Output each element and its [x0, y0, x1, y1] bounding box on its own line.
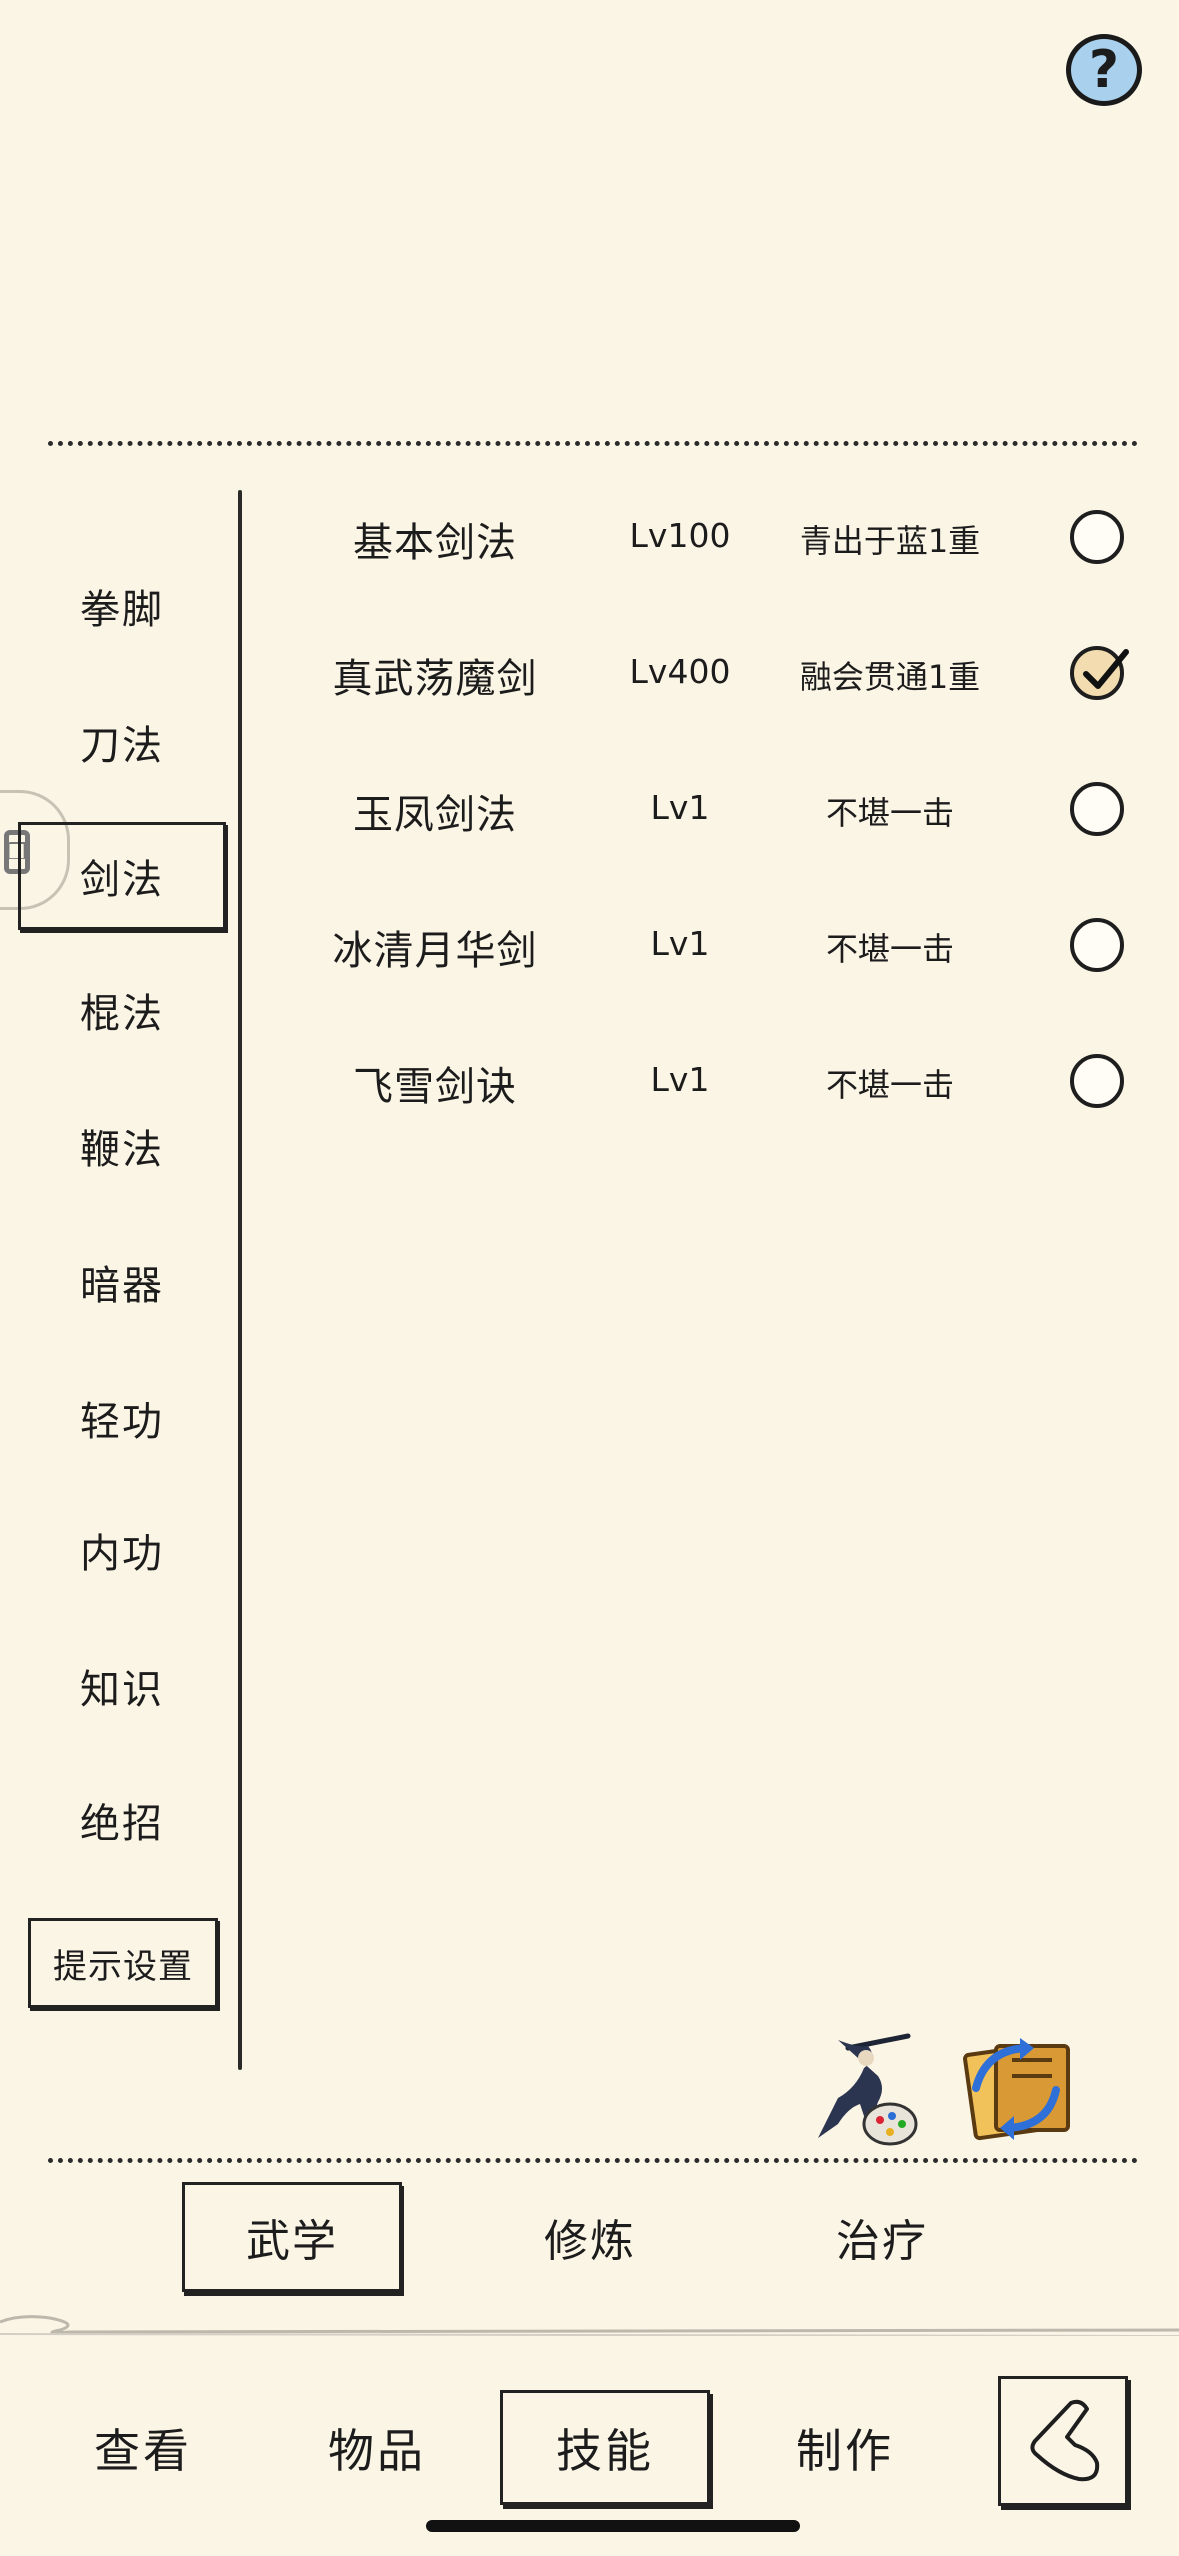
sidebar-item-label: 绝招 [80, 1801, 164, 1847]
hint-settings-label: 提示设置 [53, 1946, 193, 1987]
skill-level: Lv400 [629, 652, 731, 691]
book-swap-icon[interactable] [956, 2030, 1076, 2142]
ink-wave-divider [0, 2315, 1179, 2337]
skill-name: 真武荡魔剑 [332, 656, 538, 702]
nav-item-chakan[interactable]: 查看 [38, 2390, 248, 2505]
help-icon: ? [1088, 40, 1120, 100]
nav-item-jineng[interactable]: 技能 [500, 2390, 710, 2505]
skill-state: 青出于蓝1重 [799, 522, 981, 560]
skill-level: Lv100 [629, 516, 731, 555]
skill-select-radio[interactable] [1070, 782, 1124, 836]
skill-level: Lv1 [650, 1060, 710, 1099]
sidebar-divider [238, 490, 242, 2070]
sidebar-item-label: 刀法 [80, 723, 164, 769]
sidebar-item-qinggong[interactable]: 轻功 [22, 1374, 222, 1462]
sidebar-item-bianfa[interactable]: 鞭法 [22, 1102, 222, 1190]
skill-select-radio[interactable] [1070, 510, 1124, 564]
skill-name: 基本剑法 [353, 520, 517, 566]
back-button[interactable] [998, 2376, 1128, 2506]
swordsman-painting-icon[interactable] [808, 2028, 920, 2148]
sidebar-item-label: 剑法 [80, 857, 164, 903]
sidebar-item-label: 轻功 [80, 1399, 164, 1445]
nav-item-label: 物品 [328, 2423, 426, 2478]
skill-select-radio[interactable] [1070, 918, 1124, 972]
skill-state: 不堪一击 [825, 794, 954, 832]
skill-select-radio[interactable] [1070, 646, 1129, 700]
skill-name: 玉凤剑法 [353, 792, 517, 838]
subtab-wuxue[interactable]: 武学 [182, 2182, 402, 2292]
skill-select-radio[interactable] [1070, 1054, 1124, 1108]
nav-item-wupin[interactable]: 物品 [272, 2390, 482, 2505]
help-button[interactable]: ? [1066, 34, 1142, 106]
nav-item-zhizuo[interactable]: 制作 [740, 2390, 950, 2505]
sidebar-item-juezhao[interactable]: 绝招 [22, 1776, 222, 1864]
subtab-xiulian[interactable]: 修炼 [480, 2182, 700, 2292]
home-indicator [426, 2520, 800, 2532]
skill-name: 冰清月华剑 [332, 928, 538, 974]
subtab-label: 修炼 [544, 2216, 636, 2267]
sidebar-item-jianfa[interactable]: 剑法 [18, 822, 226, 930]
skill-row[interactable]: 玉凤剑法 Lv1 不堪一击 [270, 756, 1150, 866]
subtab-zhiliao[interactable]: 治疗 [772, 2182, 992, 2292]
checkmark-icon [1083, 649, 1129, 689]
skill-row[interactable]: 飞雪剑诀 Lv1 不堪一击 [270, 1028, 1150, 1138]
skill-state: 不堪一击 [825, 930, 954, 968]
sidebar-item-gunfa[interactable]: 棍法 [22, 966, 222, 1054]
sidebar-item-anqi[interactable]: 暗器 [22, 1238, 222, 1326]
skill-state: 融会贯通1重 [799, 658, 981, 696]
subtab-label: 武学 [246, 2216, 338, 2267]
bottom-divider [48, 2158, 1138, 2163]
sidebar-item-label: 拳脚 [80, 587, 164, 633]
skill-state: 不堪一击 [825, 1066, 954, 1104]
subtab-label: 治疗 [836, 2216, 928, 2267]
sidebar-item-zhishi[interactable]: 知识 [22, 1642, 222, 1730]
skill-name: 飞雪剑诀 [353, 1064, 517, 1110]
sidebar-item-label: 鞭法 [80, 1127, 164, 1173]
nav-item-label: 技能 [556, 2423, 654, 2478]
nav-item-label: 查看 [94, 2423, 192, 2478]
sidebar-item-label: 棍法 [80, 991, 164, 1037]
hint-settings-button[interactable]: 提示设置 [28, 1918, 218, 2008]
top-divider [48, 441, 1138, 446]
sidebar-item-label: 内功 [80, 1531, 164, 1577]
back-arrow-icon [1030, 2399, 1100, 2482]
skill-row[interactable]: 真武荡魔剑 Lv400 融会贯通1重 [270, 620, 1150, 730]
nav-item-label: 制作 [796, 2423, 894, 2478]
skill-level: Lv1 [650, 788, 710, 827]
sidebar-item-label: 暗器 [80, 1263, 164, 1309]
skill-row[interactable]: 基本剑法 Lv100 青出于蓝1重 [270, 484, 1150, 594]
sidebar-item-quanjiao[interactable]: 拳脚 [22, 562, 222, 650]
skill-level: Lv1 [650, 924, 710, 963]
skill-row[interactable]: 冰清月华剑 Lv1 不堪一击 [270, 892, 1150, 1002]
sidebar-item-neigong[interactable]: 内功 [22, 1506, 222, 1594]
sidebar-item-label: 知识 [80, 1667, 164, 1713]
sidebar-item-daofa[interactable]: 刀法 [22, 698, 222, 786]
